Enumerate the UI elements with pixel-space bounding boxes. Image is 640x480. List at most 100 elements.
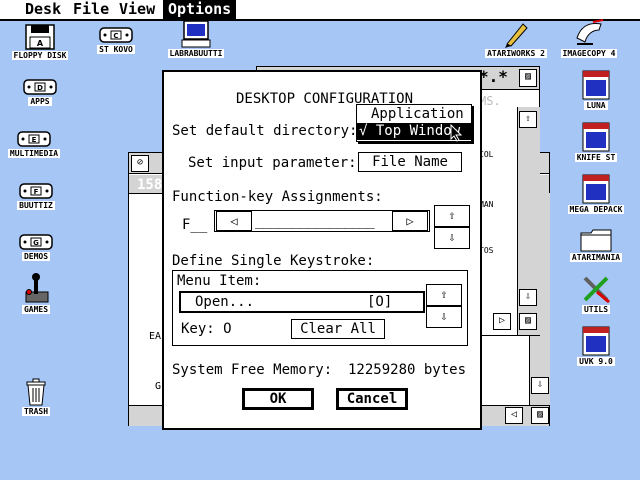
mega-depack-icon[interactable]: MEGA DEPACK <box>556 174 636 214</box>
buuttiz-label: BUUTTIZ <box>17 201 55 210</box>
bg-right-fuller-icon[interactable]: ▨ <box>519 69 537 87</box>
demos-drive-icon[interactable]: G DEMOS <box>0 233 76 261</box>
menu-item-up-button[interactable]: ⇧ <box>426 284 462 306</box>
hand-icon <box>576 19 604 45</box>
menu-view[interactable]: View <box>114 0 160 19</box>
default-directory-label: Set default directory: <box>172 123 358 139</box>
fkey-up-button[interactable]: ⇧ <box>434 205 470 227</box>
key-label: Key: O <box>181 321 232 337</box>
bg-right-size-icon[interactable]: ▨ <box>519 313 537 330</box>
bg-left-count: 158 <box>137 177 163 193</box>
floppy-label: FLOPPY DISK <box>11 51 69 60</box>
atariworks-icon[interactable]: ATARIWORKS 2 <box>476 18 556 58</box>
stkovo-letter: C <box>113 32 118 40</box>
luna-icon[interactable]: LUNA <box>556 70 636 110</box>
multimedia-letter: E <box>32 136 37 144</box>
mega-depack-label: MEGA DEPACK <box>567 205 625 214</box>
computer-icon <box>181 20 211 48</box>
menu-options[interactable]: Options <box>163 0 237 19</box>
buuttiz-drive-icon[interactable]: F BUUTTIZ <box>0 182 76 210</box>
function-key-blank: ________________ <box>255 213 375 229</box>
utils-icon[interactable]: UTILS <box>556 274 636 314</box>
atarimania-icon[interactable]: ATARIMANIA <box>556 228 636 262</box>
function-key-label: Function-key Assignments: <box>172 189 383 205</box>
games-icon[interactable]: GAMES <box>0 272 76 314</box>
menu-item-label: Menu Item: <box>177 273 262 289</box>
menu-file[interactable]: File <box>68 0 114 19</box>
pencil-icon <box>505 23 528 48</box>
ok-button[interactable]: OK <box>242 388 314 410</box>
program-window-icon <box>582 122 610 152</box>
bg-left-left-icon[interactable]: ◁ <box>505 407 523 424</box>
apps-letter: D <box>37 84 43 92</box>
floppy-disk-icon[interactable]: A FLOPPY DISK <box>0 24 80 60</box>
program-window-icon <box>582 174 610 204</box>
knife-st-label: KNIFE ST <box>574 153 618 162</box>
input-parameter-button[interactable]: File Name <box>358 152 462 172</box>
bg-left-close-icon[interactable]: ⊘ <box>131 155 149 172</box>
menu-item-key: [O] <box>367 294 393 310</box>
demos-letter: G <box>33 239 39 247</box>
labrabuutti-icon[interactable]: LABRABUUTTI <box>156 20 236 58</box>
bg-right-down-icon[interactable]: ⇩ <box>519 289 537 306</box>
bg-left-fuller-icon[interactable]: ▨ <box>531 407 549 424</box>
bg-right-title: *.* <box>479 67 508 86</box>
buuttiz-letter: F <box>34 188 39 196</box>
utils-label: UTILS <box>581 305 611 314</box>
multimedia-drive-icon[interactable]: E MULTIMEDIA <box>0 130 74 158</box>
luna-label: LUNA <box>584 101 608 110</box>
clear-all-button[interactable]: Clear All <box>291 319 385 339</box>
input-parameter-label: Set input parameter: <box>188 155 357 171</box>
menu-item-down-button[interactable]: ⇩ <box>426 306 462 328</box>
atariworks-label: ATARIWORKS 2 <box>485 49 547 58</box>
floppy-letter: A <box>37 39 44 48</box>
memory-value: 12259280 bytes <box>348 362 467 378</box>
bg-left-ea: EA <box>149 331 162 342</box>
st-kovo-label: ST KOVO <box>97 45 135 54</box>
games-label: GAMES <box>21 305 51 314</box>
imagecopy-label: IMAGECOPY 4 <box>560 49 618 58</box>
fkey-down-button[interactable]: ⇩ <box>434 227 470 249</box>
hard-drive-icon: C <box>99 27 133 43</box>
floppy-icon: A <box>25 24 55 50</box>
menu-desk[interactable]: Desk <box>20 0 66 19</box>
menu-item-field[interactable]: Open... [O] <box>179 291 425 313</box>
imagecopy-icon[interactable]: IMAGECOPY 4 <box>549 18 629 58</box>
hard-drive-icon: D <box>23 79 57 95</box>
apps-drive-icon[interactable]: D APPS <box>0 78 80 106</box>
demos-label: DEMOS <box>21 252 51 261</box>
bg-right-ms: MS. <box>479 94 501 108</box>
bg-right-up-icon[interactable]: ⇧ <box>519 111 537 128</box>
hard-drive-icon: F <box>19 183 53 199</box>
program-window-icon <box>582 70 610 100</box>
folder-icon <box>580 229 612 252</box>
menu-item-value: Open... <box>195 294 255 310</box>
bg-left-down-icon[interactable]: ⇩ <box>531 377 549 394</box>
fkey-right-button[interactable]: ▷ <box>392 211 428 231</box>
keystroke-label: Define Single Keystroke: <box>172 253 375 269</box>
hard-drive-icon: E <box>17 131 51 147</box>
tools-icon <box>583 276 610 304</box>
fkey-left-button[interactable]: ◁ <box>216 211 252 231</box>
mouse-pointer-icon <box>450 124 462 142</box>
multimedia-label: MULTIMEDIA <box>7 149 61 158</box>
uvk-label: UVK 9.0 <box>577 357 615 366</box>
st-kovo-drive-icon[interactable]: C ST KOVO <box>76 26 156 54</box>
program-window-icon <box>582 326 610 356</box>
hard-drive-icon: G <box>19 234 53 250</box>
labrabuutti-label: LABRABUUTTI <box>167 49 225 58</box>
memory-label: System Free Memory: <box>172 362 333 378</box>
keystroke-group: Menu Item: Open... [O] Key: O Clear All <box>172 270 468 346</box>
bg-left-g: G <box>155 381 162 392</box>
cancel-button[interactable]: Cancel <box>336 388 408 410</box>
trash-label: TRASH <box>21 407 51 416</box>
joystick-icon <box>25 273 49 303</box>
trash-can-icon <box>26 378 46 406</box>
trash-icon[interactable]: TRASH <box>0 378 76 416</box>
uvk-icon[interactable]: UVK 9.0 <box>556 326 636 366</box>
knife-st-icon[interactable]: KNIFE ST <box>556 122 636 162</box>
atarimania-label: ATARIMANIA <box>569 253 623 262</box>
function-key-value: F__ <box>182 217 208 233</box>
popup-item-application[interactable]: Application <box>357 106 471 123</box>
bg-right-right-icon[interactable]: ▷ <box>493 313 511 330</box>
